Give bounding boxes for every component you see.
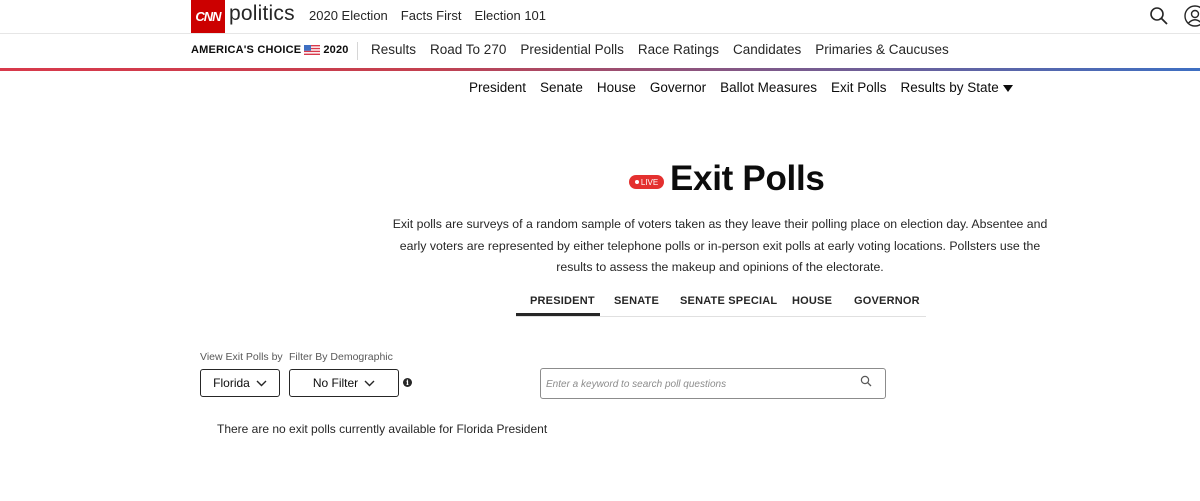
us-flag-icon [304, 45, 321, 55]
tab-senate[interactable]: SENATE [614, 295, 659, 307]
state-select-value: Florida [213, 376, 250, 390]
results-by-state-label: Results by State [900, 80, 999, 95]
top-nav-2020-election[interactable]: 2020 Election [309, 8, 388, 23]
page-description: Exit polls are surveys of a random sampl… [392, 217, 1048, 274]
live-badge: LIVE [629, 175, 664, 189]
poll-search-input[interactable] [546, 375, 846, 393]
results-subnav: President Senate House Governor Ballot M… [469, 80, 1013, 95]
state-select[interactable]: Florida [200, 369, 280, 397]
search-icon[interactable] [1149, 6, 1169, 26]
demographic-select-value: No Filter [312, 376, 359, 390]
election-nav: Results Road To 270 Presidential Polls R… [371, 42, 949, 57]
election-nav-road-to-270[interactable]: Road To 270 [430, 42, 506, 57]
view-exit-polls-label: View Exit Polls by [200, 351, 283, 363]
election-nav-presidential-polls[interactable]: Presidential Polls [520, 42, 624, 57]
poll-search-box[interactable] [540, 368, 886, 399]
subnav-ballot-measures[interactable]: Ballot Measures [720, 80, 817, 95]
chevron-down-icon [364, 380, 375, 386]
page-title: Exit Polls [670, 159, 825, 198]
election-nav-candidates[interactable]: Candidates [733, 42, 801, 57]
election-bar: AMERICA'S CHOICE 2020 Results Road To 27… [0, 34, 1200, 68]
demographic-select[interactable]: No Filter [289, 369, 399, 397]
subnav-senate[interactable]: Senate [540, 80, 583, 95]
info-icon[interactable]: i [403, 378, 412, 387]
live-badge-text: LIVE [640, 177, 659, 187]
filter-demographic-label: Filter By Demographic [289, 351, 393, 363]
active-tab-indicator [516, 313, 600, 316]
party-gradient-bar [0, 68, 1200, 71]
americas-choice-text: AMERICA'S CHOICE [191, 44, 302, 56]
americas-choice-year: 2020 [323, 44, 349, 56]
caret-down-icon [1002, 84, 1013, 92]
subnav-president[interactable]: President [469, 80, 526, 95]
subnav-exit-polls[interactable]: Exit Polls [831, 80, 887, 95]
election-bar-divider [357, 42, 358, 60]
chevron-down-icon [256, 380, 267, 386]
tab-governor[interactable]: GOVERNOR [854, 295, 920, 307]
election-nav-results[interactable]: Results [371, 42, 416, 57]
subnav-house[interactable]: House [597, 80, 636, 95]
subnav-results-by-state[interactable]: Results by State [900, 80, 1013, 95]
election-nav-race-ratings[interactable]: Race Ratings [638, 42, 719, 57]
politics-brand[interactable]: politics [229, 2, 295, 26]
americas-choice-label[interactable]: AMERICA'S CHOICE 2020 [191, 44, 349, 56]
search-icon[interactable] [860, 375, 872, 387]
top-nav-election-101[interactable]: Election 101 [474, 8, 546, 23]
user-account-icon[interactable] [1184, 5, 1200, 27]
subnav-governor[interactable]: Governor [650, 80, 706, 95]
tab-house[interactable]: HOUSE [792, 295, 832, 307]
cnn-logo-text: CNN [195, 9, 221, 24]
top-bar: CNN politics 2020 Election Facts First E… [0, 0, 1200, 33]
live-dot-icon [634, 180, 639, 184]
tab-senate-special[interactable]: SENATE SPECIAL [680, 295, 777, 307]
top-nav: 2020 Election Facts First Election 101 [309, 8, 546, 23]
election-nav-primaries-caucuses[interactable]: Primaries & Caucuses [815, 42, 949, 57]
race-tabs: PRESIDENT SENATE SENATE SPECIAL HOUSE GO… [516, 287, 926, 317]
cnn-logo[interactable]: CNN [191, 0, 225, 33]
empty-state-message: There are no exit polls currently availa… [217, 422, 548, 436]
tab-president[interactable]: PRESIDENT [530, 295, 595, 307]
top-nav-facts-first[interactable]: Facts First [401, 8, 462, 23]
